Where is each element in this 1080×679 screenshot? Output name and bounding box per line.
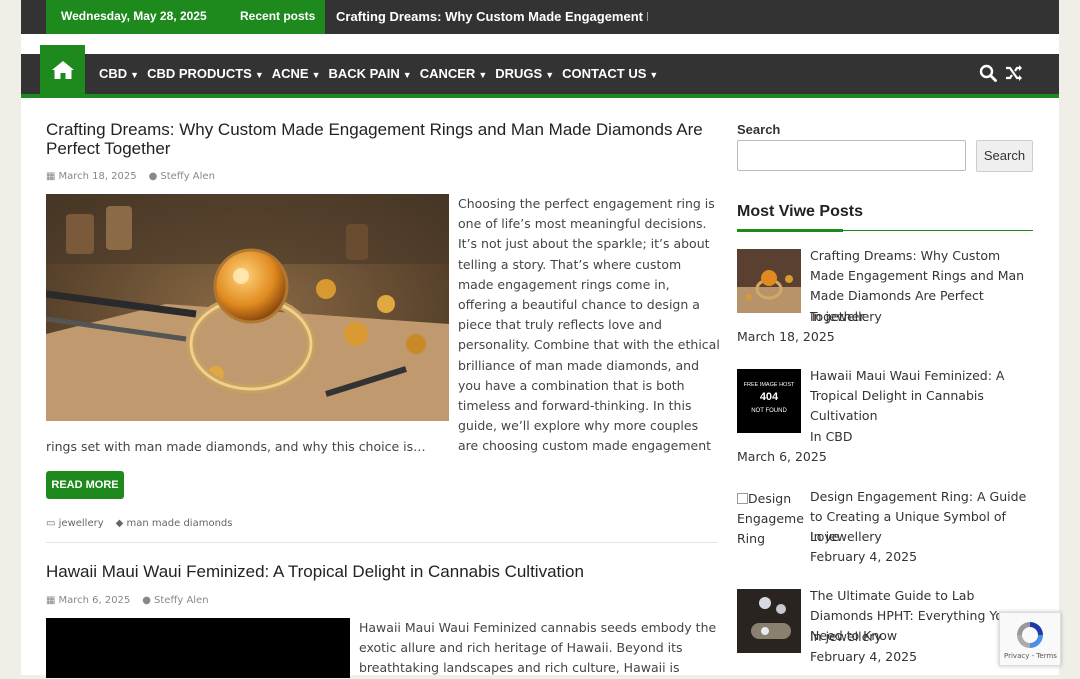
recaptcha-icon [1017,622,1043,648]
tag-icon: ◆ [115,518,127,529]
post-thumbnail-black[interactable] [46,618,350,678]
thumb-notfound-text: NOT FOUND [751,408,787,414]
side-post-title-link[interactable]: Hawaii Maui Waui Feminized: A Tropical D… [810,366,1034,427]
calendar-icon: ▦ [46,171,56,182]
nav-item-label: CONTACT US [562,66,647,81]
user-icon: ● [148,171,158,182]
post-author-text: Steffy Alen [154,595,209,606]
side-thumb-404[interactable]: FREE IMAGE HOST 404 NOT FOUND [737,369,801,433]
caret-down-icon: ▼ [545,70,555,80]
caret-down-icon: ▼ [311,70,321,80]
side-post-category[interactable]: In CBD [810,427,1034,447]
side-post-date: March 6, 2025 [737,449,827,464]
caret-down-icon: ▼ [649,70,659,80]
nav-icons [979,64,1023,82]
post-category[interactable]: ▭ jewellery [46,518,104,529]
recent-post-ticker-link[interactable]: Crafting Dreams: Why Custom Made Engagem… [336,9,648,24]
side-post-category[interactable]: In jewellery [810,307,1034,327]
nav-item-cbd-products[interactable]: CBD PRODUCTS ▼ [147,54,272,94]
post-author-text: Steffy Alen [160,171,215,182]
post-meta: ▦ March 6, 2025 ● Steffy Alen [46,595,209,606]
home-button[interactable] [40,45,85,95]
most-viewed-heading: Most Viwe Posts [737,203,863,220]
caret-down-icon: ▼ [478,70,488,80]
nav-item-label: ACNE [271,66,309,81]
thumb-host-text: FREE IMAGE HOST [743,382,795,388]
read-more-button[interactable]: READ MORE [46,471,124,499]
post-meta: ▦ March 18, 2025 ● Steffy Alen [46,171,215,182]
side-thumb-ring[interactable] [737,249,801,313]
home-icon [52,61,74,79]
ring-image [46,194,449,421]
post-tag[interactable]: ◆ man made diamonds [116,518,233,529]
side-thumb-broken[interactable]: Design Engagement Ring [737,489,805,559]
nav-item-cancer[interactable]: CANCER ▼ [420,54,496,94]
thumb-404-text: 404 [759,391,779,403]
post-tags: ▭ jewellery ◆ man made diamonds [46,518,232,529]
recaptcha-badge[interactable]: Privacy - Terms [999,612,1061,666]
post-date-text: March 6, 2025 [58,595,131,606]
post-date[interactable]: ▦ March 18, 2025 [46,171,137,182]
nav-item-contact-us[interactable]: CONTACT US ▼ [562,54,666,94]
nav-item-label: CBD PRODUCTS [147,66,252,81]
post-title-link[interactable]: Hawaii Maui Waui Feminized: A Tropical D… [46,562,718,581]
post-author[interactable]: ● Steffy Alen [142,595,208,606]
ring-thumb-image [737,249,801,313]
shuffle-icon[interactable] [1005,64,1023,82]
heading-rule-accent [737,229,843,232]
broken-image-icon [737,493,748,504]
current-date: Wednesday, May 28, 2025 [61,9,207,23]
nav-item-label: DRUGS [495,66,543,81]
nav-item-back-pain[interactable]: BACK PAIN ▼ [329,54,420,94]
post-excerpt: Choosing the perfect engagement ring is … [458,196,720,454]
search-input[interactable] [737,140,966,171]
post-date-text: March 18, 2025 [58,171,137,182]
post-category-text: jewellery [58,518,104,529]
nav-item-acne[interactable]: ACNE ▼ [272,54,329,94]
post-date[interactable]: ▦ March 6, 2025 [46,595,130,606]
recent-posts-label: Recent posts [240,9,316,23]
post-divider [46,542,718,543]
folder-icon: ▭ [46,518,59,529]
post-author[interactable]: ● Steffy Alen [149,171,215,182]
nav-item-label: CANCER [419,66,476,81]
nav-item-label: BACK PAIN [328,66,400,81]
nav-item-cbd[interactable]: CBD ▼ [99,54,147,94]
nav-item-drugs[interactable]: DRUGS ▼ [495,54,562,94]
diamond-thumb-image [737,589,801,653]
caret-down-icon: ▼ [130,70,140,80]
post-thumbnail-ring[interactable] [46,194,449,421]
caret-down-icon: ▼ [254,70,264,80]
post-title-link[interactable]: Crafting Dreams: Why Custom Made Engagem… [46,120,718,158]
search-icon[interactable] [979,64,997,82]
user-icon: ● [142,595,152,606]
caret-down-icon: ▼ [402,70,412,80]
nav-menu: CBD ▼ CBD PRODUCTS ▼ ACNE ▼ BACK PAIN ▼ CANC… [99,54,666,94]
thumb-alt-text: Design Engagement Ring [737,491,805,547]
page: Wednesday, May 28, 2025 Recent posts Cra… [21,0,1059,678]
calendar-icon: ▦ [46,595,56,606]
nav-accent-line [21,94,1059,98]
search-button[interactable]: Search [976,140,1033,172]
search-label: Search [737,122,781,137]
post-excerpt-continued: rings set with man made diamonds, and wh… [46,439,426,454]
side-post-date: March 18, 2025 [737,329,835,344]
recaptcha-links[interactable]: Privacy - Terms [1004,652,1057,660]
side-post-category[interactable]: In jewellery [810,527,1034,547]
nav-item-label: CBD [99,66,128,81]
side-post-date: February 4, 2025 [810,549,918,564]
side-thumb-lab-diamond[interactable] [737,589,801,653]
post-excerpt: Hawaii Maui Waui Feminized cannabis seed… [359,620,717,676]
post-tag-text: man made diamonds [126,518,233,529]
